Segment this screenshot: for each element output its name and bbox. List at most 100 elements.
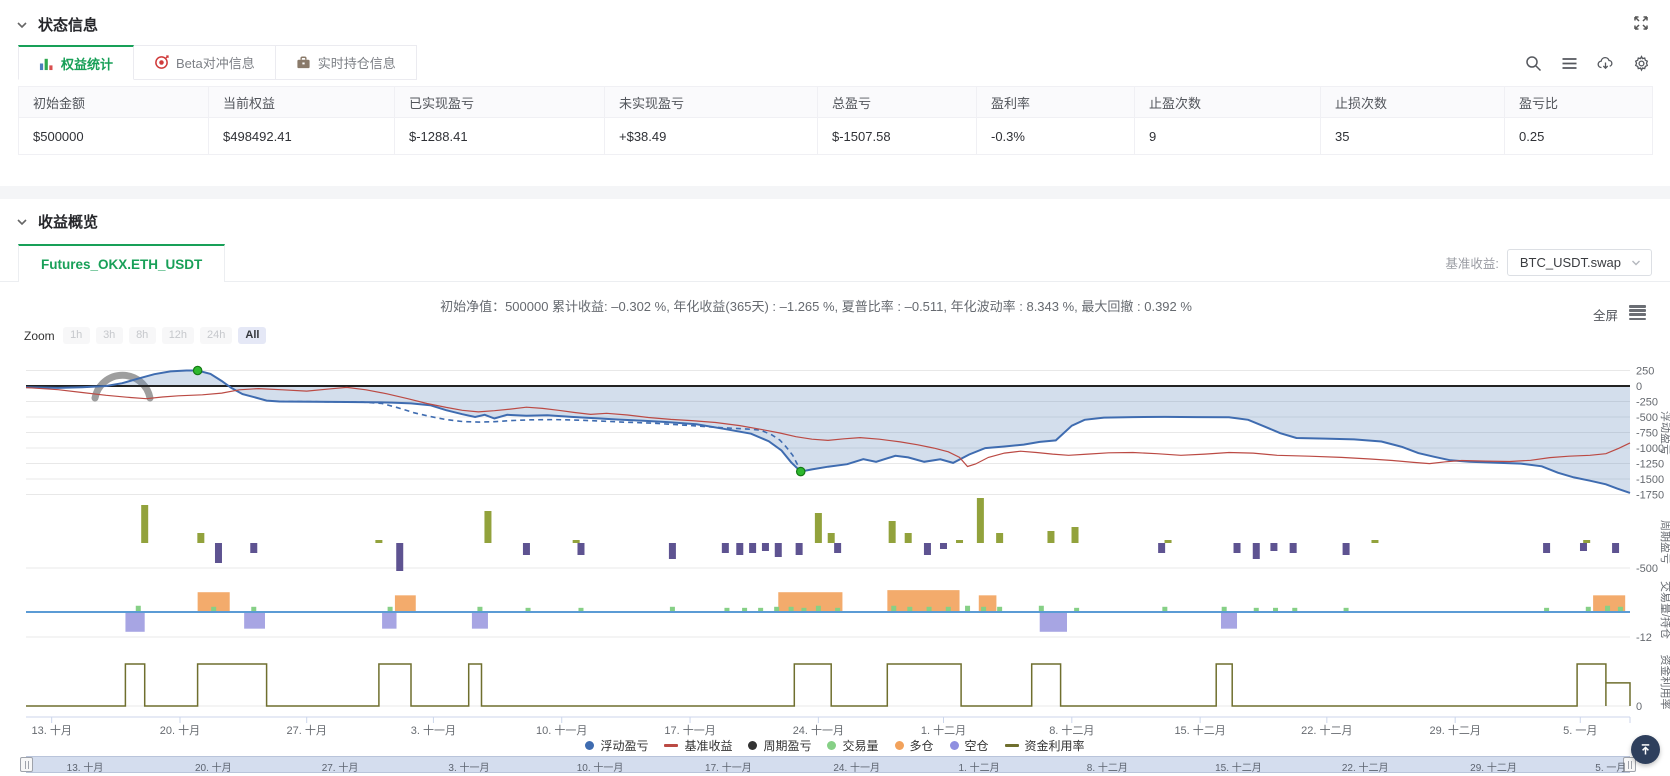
- zoom-button-12h[interactable]: 12h: [162, 327, 194, 344]
- overview-section-title: 收益概览: [38, 211, 98, 232]
- legend-item-浮动盈亏[interactable]: 浮动盈亏: [585, 737, 648, 754]
- legend-item-资金利用率[interactable]: 资金利用率: [1005, 737, 1085, 754]
- legend-item-基准收益[interactable]: 基准收益: [664, 737, 732, 754]
- chart-context-menu-icon[interactable]: [1629, 305, 1646, 319]
- x-axis-label: 13. 十月: [31, 723, 71, 736]
- cloud-download-icon[interactable]: [1597, 55, 1614, 72]
- series-utilization: [26, 664, 1630, 706]
- bar-chart-icon: [39, 56, 54, 71]
- cell-value: -0.3%: [977, 118, 1135, 155]
- svg-text:-1500: -1500: [1636, 474, 1664, 486]
- cell-value: 35: [1321, 118, 1505, 155]
- section-divider: [0, 186, 1670, 199]
- benchmark-value: BTC_USDT.swap: [1520, 255, 1621, 270]
- col-header: 未实现盈亏: [605, 87, 818, 118]
- zoom-button-1h[interactable]: 1h: [63, 327, 90, 344]
- tab-realtime-positions[interactable]: 实时持仓信息: [276, 45, 417, 80]
- table-toolbar: [1525, 55, 1650, 72]
- chart-fullscreen-button[interactable]: 全屏: [1593, 305, 1618, 324]
- chevron-down-icon[interactable]: [16, 19, 28, 31]
- legend-item-交易量[interactable]: 交易量: [827, 737, 878, 754]
- legend-marker: [748, 741, 757, 750]
- zoom-range-selector: Zoom 1h3h8h12h24hAll: [24, 327, 266, 344]
- y-axis-title: 交易量/持仓: [1659, 581, 1670, 639]
- col-header: 盈亏比: [1505, 87, 1653, 118]
- col-header: 盈利率: [977, 87, 1135, 118]
- navigator-date-label: 13. 十月: [67, 759, 104, 774]
- cell-value: $498492.41: [209, 118, 395, 155]
- profit-overview-section: 收益概览 Futures_OKX.ETH_USDT 基准收益: BTC_USDT…: [0, 199, 1670, 776]
- navigator-date-label: 24. 十一月: [833, 759, 880, 774]
- legend-marker: [585, 741, 594, 750]
- status-tabs: 权益统计Beta对冲信息实时持仓信息: [0, 45, 1670, 80]
- navigator-left-handle[interactable]: [20, 757, 33, 772]
- zoom-button-24h[interactable]: 24h: [200, 327, 232, 344]
- navigator-date-label: 15. 十二月: [1215, 759, 1262, 774]
- y-axis-title: 浮动盈亏: [1659, 411, 1670, 455]
- cell-value: $500000: [19, 118, 209, 155]
- y-axis-title: 周期盈亏: [1659, 520, 1670, 564]
- navigator-date-label: 3. 十一月: [448, 759, 489, 774]
- cell-value: $-1507.58: [818, 118, 977, 155]
- x-axis-label: 24. 十一月: [793, 723, 844, 736]
- col-header: 总盈亏: [818, 87, 977, 118]
- navigator-date-label: 10. 十一月: [577, 759, 624, 774]
- svg-text:-250: -250: [1636, 397, 1658, 409]
- navigator-date-label: 27. 十月: [322, 759, 359, 774]
- svg-text:-750: -750: [1636, 428, 1658, 440]
- x-axis-label: 27. 十月: [287, 723, 327, 736]
- x-axis-label: 10. 十一月: [536, 723, 587, 736]
- x-axis-label: 20. 十月: [160, 723, 200, 736]
- svg-text:-12: -12: [1636, 632, 1652, 644]
- tab-futures-okx-eth-usdt[interactable]: Futures_OKX.ETH_USDT: [18, 244, 225, 282]
- target-icon: [154, 55, 169, 70]
- expand-icon[interactable]: [1632, 14, 1650, 32]
- svg-text:-1250: -1250: [1636, 459, 1664, 471]
- x-axis-label: 8. 十二月: [1049, 723, 1094, 736]
- x-axis-label: 15. 十二月: [1174, 723, 1225, 736]
- svg-text:-500: -500: [1636, 563, 1658, 575]
- zoom-button-8h[interactable]: 8h: [129, 327, 156, 344]
- chevron-down-icon: [1631, 258, 1641, 268]
- cell-value: 9: [1135, 118, 1321, 155]
- col-header: 止盈次数: [1135, 87, 1321, 118]
- menu-icon[interactable]: [1561, 55, 1578, 72]
- svg-text:250: 250: [1636, 366, 1654, 378]
- settings-icon[interactable]: [1633, 55, 1650, 72]
- symbol-tabbar: Futures_OKX.ETH_USDT 基准收益: BTC_USDT.swap: [0, 244, 1670, 282]
- legend-marker: [895, 741, 904, 750]
- x-axis-label: 17. 十一月: [664, 723, 715, 736]
- tab-equity-stats[interactable]: 权益统计: [18, 45, 134, 80]
- benchmark-control: 基准收益: BTC_USDT.swap: [1445, 249, 1652, 276]
- zoom-button-all[interactable]: All: [238, 327, 266, 344]
- chevron-down-icon[interactable]: [16, 216, 28, 228]
- back-to-top-button[interactable]: [1631, 735, 1660, 764]
- chart-legend: 浮动盈亏基准收益周期盈亏交易量多仓空仓资金利用率: [0, 737, 1670, 754]
- equity-stats-table: 初始金额当前权益已实现盈亏未实现盈亏总盈亏盈利率止盈次数止损次数盈亏比 $500…: [18, 86, 1653, 155]
- legend-marker: [664, 744, 678, 747]
- navigator-date-label: 5. 一月: [1595, 759, 1626, 774]
- profit-chart[interactable]: 2500-250-500-750-1000-1250-1500-1750-500…: [0, 346, 1670, 736]
- chart-navigator[interactable]: 13. 十月20. 十月27. 十月3. 十一月10. 十一月17. 十一月24…: [26, 756, 1630, 773]
- tab-beta-hedge[interactable]: Beta对冲信息: [134, 45, 276, 80]
- col-header: 当前权益: [209, 87, 395, 118]
- svg-text:-1750: -1750: [1636, 490, 1664, 502]
- legend-item-周期盈亏[interactable]: 周期盈亏: [748, 737, 811, 754]
- benchmark-label: 基准收益:: [1445, 253, 1498, 272]
- benchmark-select[interactable]: BTC_USDT.swap: [1507, 249, 1652, 276]
- navigator-date-label: 22. 十二月: [1342, 759, 1389, 774]
- legend-item-多仓[interactable]: 多仓: [895, 737, 934, 754]
- series-positions: [125, 590, 1625, 632]
- trading-dashboard: 状态信息 权益统计Beta对冲信息实时持仓信息 初始金额当前权益已实现盈亏未实现…: [0, 0, 1670, 776]
- legend-marker: [1005, 744, 1019, 747]
- search-icon[interactable]: [1525, 55, 1542, 72]
- zoom-button-3h[interactable]: 3h: [96, 327, 123, 344]
- svg-text:-500: -500: [1636, 412, 1658, 424]
- legend-item-空仓[interactable]: 空仓: [950, 737, 989, 754]
- x-axis-label: 1. 十二月: [921, 723, 966, 736]
- series-period-pnl: [141, 498, 1619, 571]
- legend-marker: [827, 741, 836, 750]
- cell-value: $-1288.41: [395, 118, 605, 155]
- x-axis-label: 3. 十一月: [411, 723, 456, 736]
- table-row: $500000$498492.41$-1288.41+$38.49$-1507.…: [19, 118, 1653, 155]
